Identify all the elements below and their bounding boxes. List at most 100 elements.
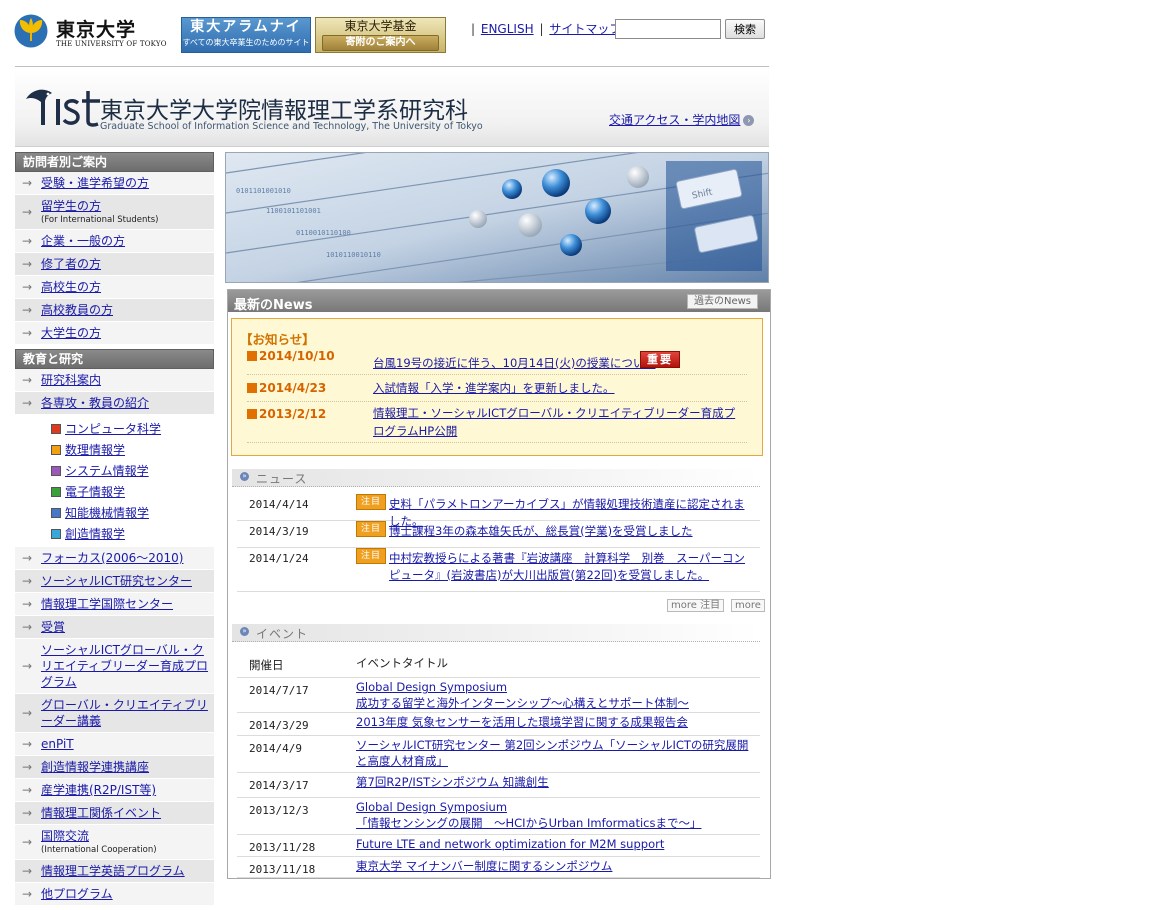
sidebar-item[interactable]: → 企業・一般の方 (15, 230, 214, 253)
sidebar-item[interactable]: → 大学生の方 (15, 322, 214, 345)
sidebar-item-label[interactable]: 高校教員の方 (41, 303, 113, 317)
news-section-title: ニュース (256, 472, 308, 486)
department-item[interactable]: 知能機械情報学 (51, 503, 214, 524)
sidebar-item[interactable]: → 各専攻・教員の紹介 (15, 392, 214, 415)
notice-date: 2014/4/23 (247, 381, 326, 395)
sidebar-item[interactable]: → 情報理工学国際センター (15, 593, 214, 616)
department-item[interactable]: コンピュータ科学 (51, 419, 214, 440)
arrow-right-icon: → (22, 737, 33, 751)
alumni-banner[interactable]: 東大アラムナイ すべての東大卒業生のためのサイト (181, 17, 311, 53)
news-link[interactable]: 博士課程3年の森本雄矢氏が、総長賞(学業)を受賞しました (389, 523, 754, 540)
sidebar-item-label[interactable]: 創造情報学連携講座 (41, 760, 149, 774)
department-link[interactable]: 知能機械情報学 (65, 506, 149, 520)
department-item[interactable]: システム情報学 (51, 461, 214, 482)
events-section-title: イベント (256, 627, 309, 641)
department-link[interactable]: システム情報学 (65, 464, 149, 478)
event-row: 2013/11/18 東京大学 マイナンバー制度に関するシンポジウム (237, 857, 760, 878)
sidebar-item[interactable]: → ソーシャルICTグローバル・クリエイティブリーダー育成プログラム (15, 639, 214, 694)
sidebar-item[interactable]: → 情報理工関係イベント (15, 802, 214, 825)
sidebar-item[interactable]: → グローバル・クリエイティブリーダー講義 (15, 694, 214, 733)
hero-image: 0101101001010 1100101101001 011001011010… (225, 152, 769, 283)
sidebar-item-label[interactable]: enPiT (41, 737, 74, 751)
sidebar-item-label[interactable]: 受賞 (41, 620, 65, 634)
past-news-button[interactable]: 過去のNews (686, 294, 758, 309)
sidebar-item-label[interactable]: 情報理工学国際センター (41, 597, 173, 611)
arrow-right-icon: → (22, 835, 33, 849)
sidebar-item[interactable]: → 修了者の方 (15, 253, 214, 276)
sidebar-item[interactable]: → 高校教員の方 (15, 299, 214, 322)
search-button[interactable]: 検索 (725, 19, 765, 39)
sidebar-item-label[interactable]: ソーシャルICTグローバル・クリエイティブリーダー育成プログラム (41, 643, 208, 689)
more-featured-button[interactable]: more 注目 (667, 599, 725, 612)
sidebar-item[interactable]: → 情報理工学英語プログラム (15, 860, 214, 883)
news-link[interactable]: 中村宏教授らによる著書『岩波講座 計算科学 別巻 スーパーコンピュータ』(岩波書… (389, 550, 754, 584)
sidebar-item[interactable]: → 受賞 (15, 616, 214, 639)
event-link[interactable]: Global Design Symposium 成功する留学と海外インターンシッ… (356, 679, 754, 711)
fund-banner[interactable]: 東京大学基金 寄附のご案内へ (315, 17, 446, 53)
alumni-banner-subtitle: すべての東大卒業生のためのサイト (182, 38, 310, 47)
ist-logo-icon[interactable] (26, 85, 106, 133)
sidebar-item-label[interactable]: 他プログラム (41, 887, 113, 901)
sidebar-item-label[interactable]: 留学生の方 (41, 199, 101, 213)
english-link[interactable]: ENGLISH (481, 22, 534, 36)
sidebar-item[interactable]: → 創造情報学連携講座 (15, 756, 214, 779)
sidebar-item[interactable]: → enPiT (15, 733, 214, 756)
department-link[interactable]: 創造情報学 (65, 527, 125, 541)
sidebar-item-label[interactable]: 各専攻・教員の紹介 (41, 396, 149, 410)
featured-tag: 注目 (356, 548, 386, 564)
department-link[interactable]: コンピュータ科学 (65, 422, 161, 436)
arrow-right-icon: → (22, 659, 33, 673)
sitemap-link[interactable]: サイトマップ (549, 22, 621, 36)
sidebar-item[interactable]: → 国際交流 (International Cooperation) (15, 825, 214, 860)
sidebar-item[interactable]: → 研究科案内 (15, 369, 214, 392)
more-button[interactable]: more (731, 599, 765, 612)
sidebar-item-label[interactable]: 産学連携(R2P/IST等) (41, 783, 156, 797)
event-date: 2014/3/17 (249, 779, 309, 792)
sidebar-item-label[interactable]: 受験・進学希望の方 (41, 176, 149, 190)
sidebar-item[interactable]: → ソーシャルICT研究センター (15, 570, 214, 593)
sidebar-item-label[interactable]: グローバル・クリエイティブリーダー講義 (41, 698, 208, 728)
sidebar-item-label[interactable]: 大学生の方 (41, 326, 101, 340)
sidebar-item-label[interactable]: 修了者の方 (41, 257, 101, 271)
sidebar-item[interactable]: → 受験・進学希望の方 (15, 172, 214, 195)
university-logo[interactable]: 東京大学 THE UNIVERSITY OF TOKYO (14, 14, 166, 52)
sidebar-item[interactable]: → 高校生の方 (15, 276, 214, 299)
notice-link[interactable]: 台風19号の接近に伴う、10月14日(火)の授業について (373, 354, 741, 372)
event-link[interactable]: 第7回R2P/ISTシンポジウム 知識創生 (356, 774, 754, 790)
sidebar-item[interactable]: → フォーカス(2006〜2010) (15, 547, 214, 570)
access-map-link-label[interactable]: 交通アクセス・学内地図 (609, 113, 740, 127)
department-item[interactable]: 数理情報学 (51, 440, 214, 461)
event-date: 2013/12/3 (249, 804, 309, 817)
access-map-link[interactable]: 交通アクセス・学内地図 › (609, 111, 755, 128)
department-link[interactable]: 電子情報学 (65, 485, 125, 499)
notice-link[interactable]: 入試情報「入学・進学案内」を更新しました。 (373, 379, 741, 397)
sidebar-item[interactable]: → 留学生の方 (For International Students) (15, 195, 214, 230)
events-table-header: 開催日 イベントタイトル (237, 654, 760, 678)
sidebar-item-label[interactable]: ソーシャルICT研究センター (41, 574, 192, 588)
sidebar-item[interactable]: → 他プログラム (15, 883, 214, 906)
chevron-right-icon: » (240, 627, 249, 636)
search-input[interactable] (615, 19, 721, 39)
sidebar-item-label[interactable]: 研究科案内 (41, 373, 101, 387)
notice-date-text: 2014/4/23 (259, 381, 327, 395)
sidebar-item-label[interactable]: 情報理工関係イベント (41, 806, 161, 820)
sidebar-item-label[interactable]: 国際交流 (41, 829, 89, 843)
department-link[interactable]: 数理情報学 (65, 443, 125, 457)
notice-box: 【お知らせ】 2014/10/10 台風19号の接近に伴う、10月14日(火)の… (231, 318, 763, 456)
department-item[interactable]: 電子情報学 (51, 482, 214, 503)
svg-text:0101101001010: 0101101001010 (236, 187, 291, 195)
event-link[interactable]: 東京大学 マイナンバー制度に関するシンポジウム (356, 858, 754, 874)
sidebar-item-label[interactable]: 企業・一般の方 (41, 234, 125, 248)
event-link[interactable]: 2013年度 気象センサーを活用した環境学習に関する成果報告会 (356, 714, 754, 730)
event-link[interactable]: ソーシャルICT研究センター 第2回シンポジウム「ソーシャルICTの研究展開と高… (356, 737, 754, 769)
notice-link[interactable]: 情報理工・ソーシャルICTグローバル・クリエイティブリーダー育成プログラムHP公… (373, 404, 741, 440)
event-link[interactable]: Future LTE and network optimization for … (356, 836, 754, 852)
department-item[interactable]: 創造情報学 (51, 524, 214, 545)
sidebar-item[interactable]: → 産学連携(R2P/IST等) (15, 779, 214, 802)
arrow-right-icon: → (22, 620, 33, 634)
sidebar-item-label[interactable]: フォーカス(2006〜2010) (41, 551, 183, 565)
event-link[interactable]: Global Design Symposium 「情報センシングの展開 〜HCI… (356, 799, 754, 831)
sidebar-item-label[interactable]: 情報理工学英語プログラム (41, 864, 185, 878)
sidebar-item-label[interactable]: 高校生の方 (41, 280, 101, 294)
news-panel-title: 最新のNews (234, 298, 313, 313)
